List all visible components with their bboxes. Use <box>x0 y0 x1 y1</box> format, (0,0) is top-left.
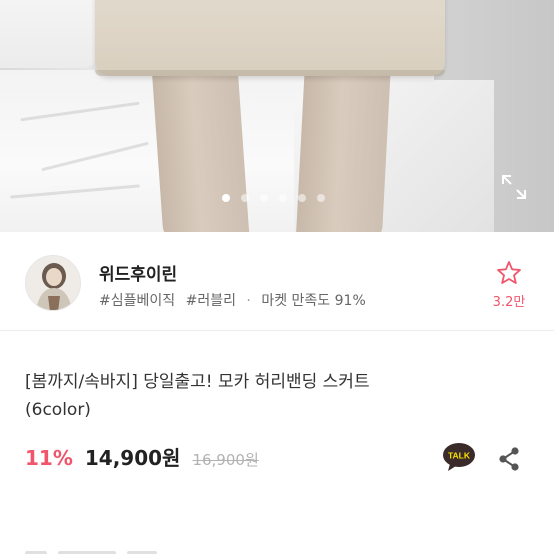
market-satisfaction: 마켓 만족도 91% <box>261 293 366 309</box>
carousel-indicator <box>222 194 325 202</box>
carousel-dot[interactable] <box>298 194 306 202</box>
price-row: 11% 14,900원 16,900원 <box>25 442 259 471</box>
share-icon[interactable] <box>497 446 521 472</box>
background-pillow <box>0 0 100 68</box>
product-skirt <box>95 0 445 76</box>
carousel-dot[interactable] <box>279 194 287 202</box>
seller-tag[interactable]: #러블리 <box>186 293 236 309</box>
seller-info[interactable]: 위드후이린 #심플베이직 #러블리 · 마켓 만족도 91% 3.2만 <box>0 232 554 330</box>
carousel-dot[interactable] <box>241 194 249 202</box>
divider <box>0 330 554 331</box>
carousel-dot[interactable] <box>222 194 230 202</box>
next-section-cutoff <box>25 540 185 554</box>
model-leg-right <box>295 74 391 232</box>
discount-rate: 11% <box>25 446 73 470</box>
seller-name[interactable]: 위드후이린 <box>99 260 177 285</box>
product-title-line: [봄까지/속바지] 당일출고! 모카 허리밴딩 스커트 <box>25 372 370 392</box>
sale-price: 14,900원 <box>84 446 181 470</box>
carousel-dot[interactable] <box>317 194 325 202</box>
favorite-count: 3.2만 <box>492 295 526 310</box>
seller-avatar[interactable] <box>25 255 81 311</box>
product-title: [봄까지/속바지] 당일출고! 모카 허리밴딩 스커트 (6color) <box>25 368 525 424</box>
product-title-line: (6color) <box>25 400 91 420</box>
carousel-dot[interactable] <box>260 194 268 202</box>
favorite-button[interactable]: 3.2만 <box>484 260 534 310</box>
star-outline-icon <box>497 261 521 284</box>
seller-meta: #심플베이직 #러블리 · 마켓 만족도 91% <box>99 290 366 310</box>
svg-text:TALK: TALK <box>448 451 471 461</box>
expand-icon[interactable] <box>500 173 528 201</box>
kakao-talk-icon[interactable]: TALK <box>442 442 476 472</box>
model-leg-left <box>152 74 250 232</box>
separator-dot: · <box>246 293 251 309</box>
original-price: 16,900원 <box>192 451 259 469</box>
seller-tag[interactable]: #심플베이직 <box>99 293 175 309</box>
product-image[interactable] <box>0 0 554 232</box>
